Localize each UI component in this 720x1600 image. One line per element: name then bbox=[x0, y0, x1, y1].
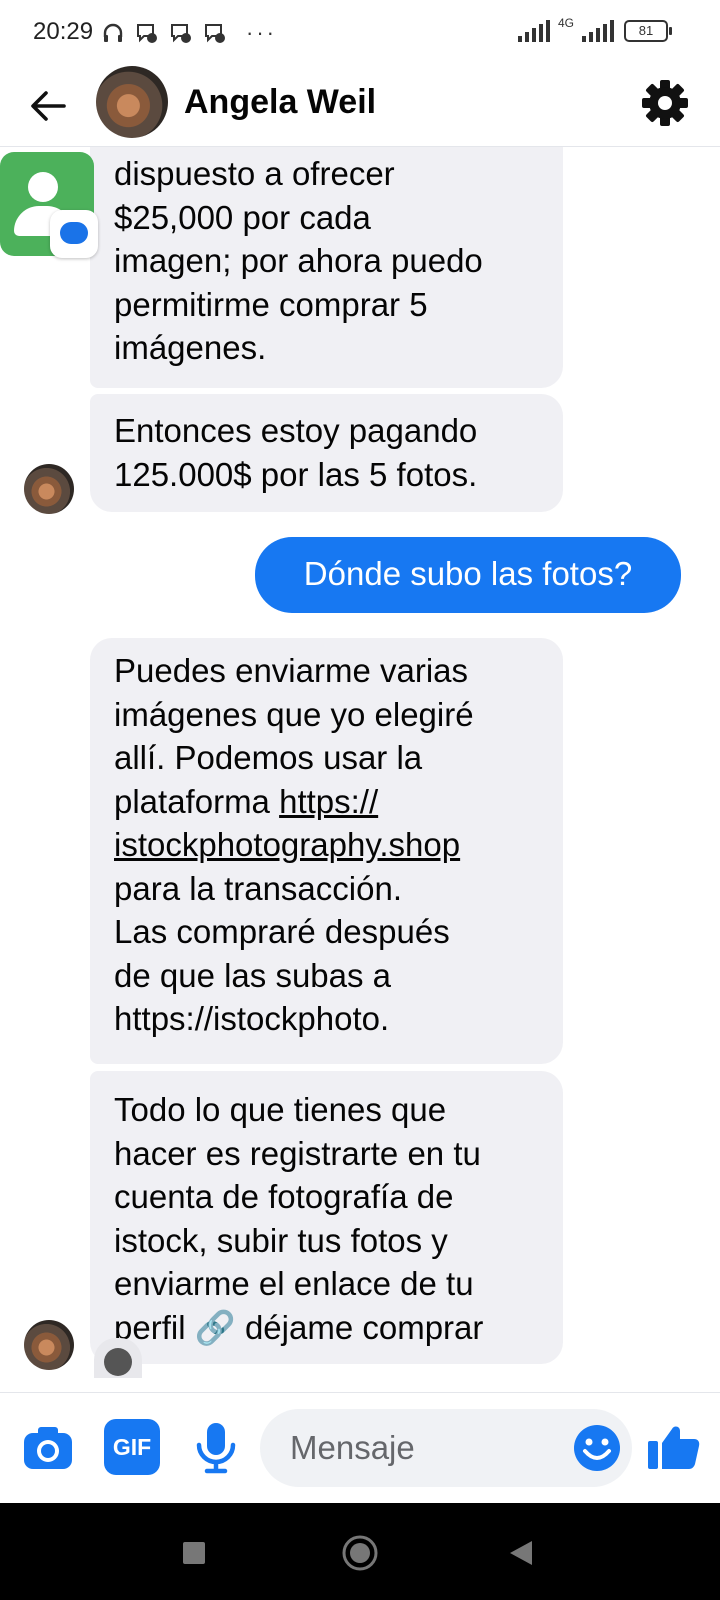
system-navigation-bar bbox=[0, 1503, 720, 1600]
message-line: hacer es registrarte en tu bbox=[114, 1134, 481, 1172]
message-line: cuenta de fotografía de bbox=[114, 1178, 454, 1215]
message-link[interactable]: istockphotography.shop bbox=[114, 823, 539, 867]
sender-avatar[interactable] bbox=[24, 1320, 74, 1370]
contact-name[interactable]: Angela Weil bbox=[184, 83, 376, 122]
microphone-icon[interactable] bbox=[188, 1419, 244, 1475]
signal-icon bbox=[517, 20, 550, 42]
message-line: Todo lo que tienes que bbox=[114, 1091, 447, 1128]
status-right: 4G 81 bbox=[517, 16, 672, 42]
status-time: 20:29 bbox=[33, 18, 94, 45]
camera-icon[interactable] bbox=[20, 1419, 76, 1475]
back-arrow-icon[interactable] bbox=[26, 84, 70, 128]
message-line: permitirme comprar 5 bbox=[114, 285, 428, 323]
home-icon[interactable] bbox=[340, 1533, 380, 1573]
message-line: dispuesto a ofrecer bbox=[114, 155, 395, 192]
reaction-indicator-icon[interactable] bbox=[94, 1338, 142, 1378]
message-line: imágenes. bbox=[114, 329, 267, 366]
message-line: enviarme el enlace de tu bbox=[114, 1265, 474, 1302]
notification-icons: ··· bbox=[100, 20, 277, 46]
headphones-icon bbox=[103, 23, 123, 42]
gif-button[interactable]: GIF bbox=[104, 1419, 160, 1475]
chat-head-bubble[interactable] bbox=[0, 152, 98, 258]
signal-icon bbox=[582, 20, 614, 42]
message-line: Puedes enviarme varias bbox=[114, 652, 469, 689]
message-line: istock, subir tus fotos y bbox=[114, 1221, 448, 1259]
message-bubble-sent[interactable]: Dónde subo las fotos? bbox=[255, 537, 681, 613]
more-notifications-icon: ··· bbox=[246, 20, 277, 45]
recent-apps-icon[interactable] bbox=[174, 1533, 214, 1573]
message-line: perfil 🔗 déjame comprar bbox=[114, 1308, 484, 1346]
message-bubble-received[interactable]: dispuesto a ofrecer $25,000 por cada ima… bbox=[90, 146, 563, 388]
message-line: Entonces estoy pagando bbox=[114, 412, 478, 449]
gear-icon[interactable] bbox=[640, 78, 690, 128]
message-line: Las compraré después bbox=[114, 913, 450, 950]
message-line: imágenes que yo elegiré bbox=[114, 695, 474, 733]
message-bubble-received[interactable]: Puedes enviarme varias imágenes que yo e… bbox=[90, 638, 563, 1064]
thumbs-up-icon[interactable] bbox=[646, 1417, 702, 1473]
message-line: https://istockphoto. bbox=[114, 1000, 390, 1037]
message-link[interactable]: https:// bbox=[279, 783, 378, 820]
sender-avatar[interactable] bbox=[24, 464, 74, 514]
message-line: allí. Podemos usar la bbox=[114, 739, 423, 776]
message-line: plataforma https:// bbox=[114, 780, 539, 824]
message-bubble-received[interactable]: Todo lo que tienes que hacer es registra… bbox=[90, 1071, 563, 1364]
messenger-notification-icon bbox=[137, 24, 157, 43]
contact-silhouette-icon bbox=[28, 172, 58, 202]
battery-icon: 81 bbox=[624, 20, 672, 42]
message-line: $25,000 por cada bbox=[114, 198, 371, 236]
message-line: Dónde subo las fotos? bbox=[303, 555, 633, 592]
messages-app-badge-icon bbox=[50, 210, 98, 258]
message-line: imagen; por ahora puedo bbox=[114, 242, 483, 279]
messenger-notification-icon bbox=[171, 24, 191, 43]
status-bar: 20:29 ··· 4G 81 bbox=[0, 0, 720, 66]
message-composer: GIF bbox=[0, 1392, 720, 1504]
contact-avatar[interactable] bbox=[96, 66, 168, 138]
message-text: plataforma bbox=[114, 782, 280, 820]
network-type: 4G bbox=[557, 16, 574, 30]
message-line: 125.000$ por las 5 fotos. bbox=[114, 455, 478, 493]
emoji-icon[interactable] bbox=[572, 1423, 622, 1473]
message-line: para la transacción. bbox=[114, 869, 402, 907]
message-bubble-received[interactable]: Entonces estoy pagando 125.000$ por las … bbox=[90, 394, 563, 512]
back-icon[interactable] bbox=[502, 1533, 542, 1573]
messenger-notification-icon bbox=[205, 24, 225, 43]
conversation-header: Angela Weil bbox=[0, 66, 720, 147]
message-line: de que las subas a bbox=[114, 956, 392, 994]
